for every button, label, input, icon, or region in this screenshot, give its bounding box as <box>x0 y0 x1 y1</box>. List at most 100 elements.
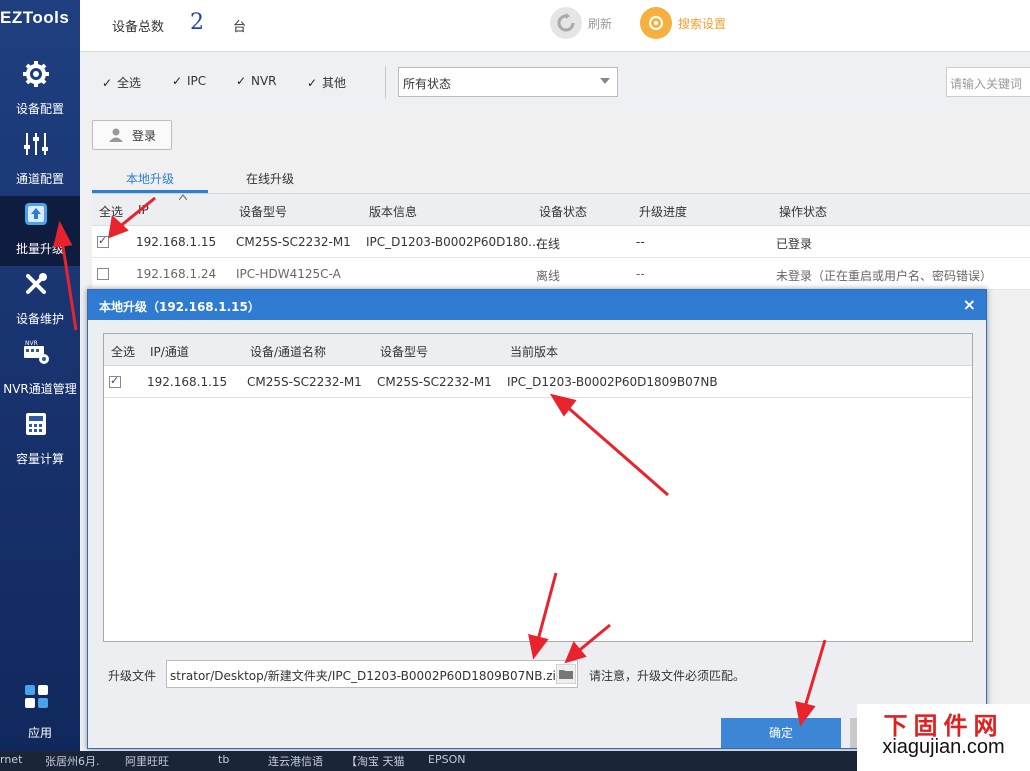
filter-nvr-checkbox[interactable]: ✓ NVR <box>236 74 277 88</box>
checkmark-icon: ✓ <box>236 74 247 88</box>
sidebar-apps[interactable]: 应用 <box>0 680 80 750</box>
col-model[interactable]: 设备型号 <box>380 343 428 360</box>
filter-label: NVR <box>251 74 277 88</box>
sidebar-item-label: 设备配置 <box>15 102 64 116</box>
sliders-icon <box>24 133 48 155</box>
checkmark-icon: ✓ <box>307 75 318 90</box>
upgrade-file-label: 升级文件 <box>108 669 157 683</box>
sidebar-item-batch-upgrade[interactable]: 批量升级 <box>0 196 80 266</box>
row-checkbox[interactable] <box>97 234 109 248</box>
wrench-icon <box>26 273 47 294</box>
col-select-all[interactable]: 全选 <box>99 203 123 220</box>
row-ip: 192.168.1.15 <box>136 235 217 249</box>
filter-divider <box>385 66 386 98</box>
taskbar-item[interactable]: EPSON <box>428 753 465 766</box>
calculator-icon <box>26 413 46 435</box>
sort-asc-icon <box>179 194 187 200</box>
filter-bar: ✓ 全选 ✓ IPC ✓ NVR ✓ 其他 所有状态 请输入关键词 <box>80 52 1030 110</box>
sidebar-item-device-config[interactable]: 设备配置 <box>0 56 80 126</box>
filter-label: IPC <box>187 74 207 88</box>
nvr-badge-text: NVR <box>25 340 38 347</box>
filter-label: 其他 <box>322 76 347 90</box>
sidebar-item-nvr-channel[interactable]: NVR NVR通道管理 <box>0 336 80 406</box>
col-device-name[interactable]: 设备/通道名称 <box>250 343 326 360</box>
taskbar-item[interactable]: 连云港信语 <box>268 753 323 769</box>
col-ip[interactable]: IP <box>138 203 149 217</box>
col-op-status[interactable]: 操作状态 <box>779 203 827 220</box>
sidebar-item-channel-config[interactable]: 通道配置 <box>0 126 80 196</box>
upgrade-file-input[interactable]: strator/Desktop/新建文件夹/IPC_D1203-B0002P60… <box>166 660 578 688</box>
tab-local-upgrade[interactable]: 本地升级 <box>126 170 174 187</box>
col-current-version[interactable]: 当前版本 <box>510 343 558 360</box>
confirm-button[interactable]: 确定 <box>721 718 841 748</box>
row-op-status: 已登录 <box>776 237 813 251</box>
taskbar-item[interactable]: tb <box>218 753 229 766</box>
dialog-title: 本地升级（192.168.1.15） × <box>88 290 986 320</box>
apps-grid-icon <box>25 685 48 708</box>
sidebar-item-label: 设备维护 <box>15 312 64 326</box>
row-current-version: IPC_D1203-B0002P60D1809B07NB <box>507 375 718 389</box>
taskbar-item[interactable]: 阿里旺旺 <box>125 753 169 769</box>
login-button[interactable]: 登录 <box>92 120 172 150</box>
row-ip: 192.168.1.24 <box>136 267 217 281</box>
apps-label: 应用 <box>27 726 52 740</box>
nvr-icon: NVR <box>24 340 49 364</box>
dialog-title-text: 本地升级（192.168.1.15） <box>99 300 260 314</box>
row-device-name: CM25S-SC2232-M1 <box>247 375 362 389</box>
table-row[interactable]: 192.168.1.15 CM25S-SC2232-M1 IPC_D1203-B… <box>92 226 1030 258</box>
sidebar-item-label: 通道配置 <box>15 172 64 186</box>
col-select-all[interactable]: 全选 <box>111 343 135 360</box>
close-icon[interactable]: × <box>963 295 976 314</box>
col-model[interactable]: 设备型号 <box>239 203 287 220</box>
refresh-icon <box>550 7 582 39</box>
sidebar-item-capacity-calc[interactable]: 容量计算 <box>0 406 80 476</box>
sidebar-item-label: NVR通道管理 <box>3 382 77 396</box>
site-watermark: 下固件网 xiagujian.com <box>857 704 1030 771</box>
sidebar-item-device-maintenance[interactable]: 设备维护 <box>0 266 80 336</box>
row-checkbox[interactable] <box>109 374 121 388</box>
row-model: IPC-HDW4125C-A <box>236 267 341 281</box>
filter-other-checkbox[interactable]: ✓ 其他 <box>307 74 346 91</box>
filter-label: 全选 <box>117 76 142 90</box>
device-total-count: 2 <box>190 10 204 35</box>
col-progress[interactable]: 升级进度 <box>639 203 687 220</box>
user-icon <box>108 128 123 142</box>
col-ip-channel[interactable]: IP/通道 <box>150 343 189 360</box>
upgrade-table-header: 全选 IP/通道 设备/通道名称 设备型号 当前版本 <box>104 334 972 366</box>
col-version[interactable]: 版本信息 <box>369 203 417 220</box>
checkmark-icon: ✓ <box>172 74 183 88</box>
checkmark-icon: ✓ <box>102 75 113 90</box>
sidebar-item-label: 批量升级 <box>15 242 64 256</box>
taskbar-item[interactable]: rnet <box>0 753 22 766</box>
table-row[interactable]: 192.168.1.15 CM25S-SC2232-M1 CM25S-SC223… <box>104 366 972 398</box>
status-select[interactable]: 所有状态 <box>398 67 618 97</box>
row-progress: -- <box>636 267 645 281</box>
row-model: CM25S-SC2232-M1 <box>236 235 351 249</box>
sidebar-item-label: 容量计算 <box>15 452 64 466</box>
taskbar-item[interactable]: 张居州6月. <box>45 753 100 769</box>
tab-online-upgrade[interactable]: 在线升级 <box>246 170 294 187</box>
top-bar: 设备总数 2 台 刷新 搜索设置 <box>80 0 1030 52</box>
filter-select-all-checkbox[interactable]: ✓ 全选 <box>102 74 141 91</box>
row-progress: -- <box>636 235 645 249</box>
device-table-header: 全选 IP 设备型号 版本信息 设备状态 升级进度 操作状态 <box>92 194 1030 226</box>
login-label: 登录 <box>131 128 156 143</box>
taskbar-item[interactable]: 【淘宝 天猫 <box>346 753 405 769</box>
row-status: 在线 <box>536 237 561 251</box>
col-status[interactable]: 设备状态 <box>539 203 587 220</box>
row-version: IPC_D1203-B0002P60D180... <box>366 235 540 249</box>
row-op-status: 未登录（正在重启或用户名、密码错误） <box>776 269 993 283</box>
local-upgrade-dialog: 本地升级（192.168.1.15） × 全选 IP/通道 设备/通道名称 设备… <box>87 289 987 749</box>
row-checkbox[interactable] <box>97 268 109 280</box>
upgrade-device-table: 全选 IP/通道 设备/通道名称 设备型号 当前版本 192.168.1.15 … <box>103 333 973 642</box>
search-settings-button[interactable]: 搜索设置 <box>640 6 726 40</box>
refresh-button[interactable]: 刷新 <box>550 6 612 40</box>
keyword-search-input[interactable]: 请输入关键词 <box>946 67 1030 97</box>
table-row[interactable]: 192.168.1.24 IPC-HDW4125C-A 离线 -- 未登录（正在… <box>92 258 1030 290</box>
filter-ipc-checkbox[interactable]: ✓ IPC <box>172 74 206 88</box>
app-logo: EZTools <box>0 8 70 27</box>
folder-icon[interactable] <box>556 664 576 684</box>
app-window: EZTools 设备配置 通道配置 批量升级 设备维护 NVR NVR通道管理 … <box>0 0 1030 771</box>
gear-icon <box>23 61 49 87</box>
search-settings-label: 搜索设置 <box>678 16 727 31</box>
